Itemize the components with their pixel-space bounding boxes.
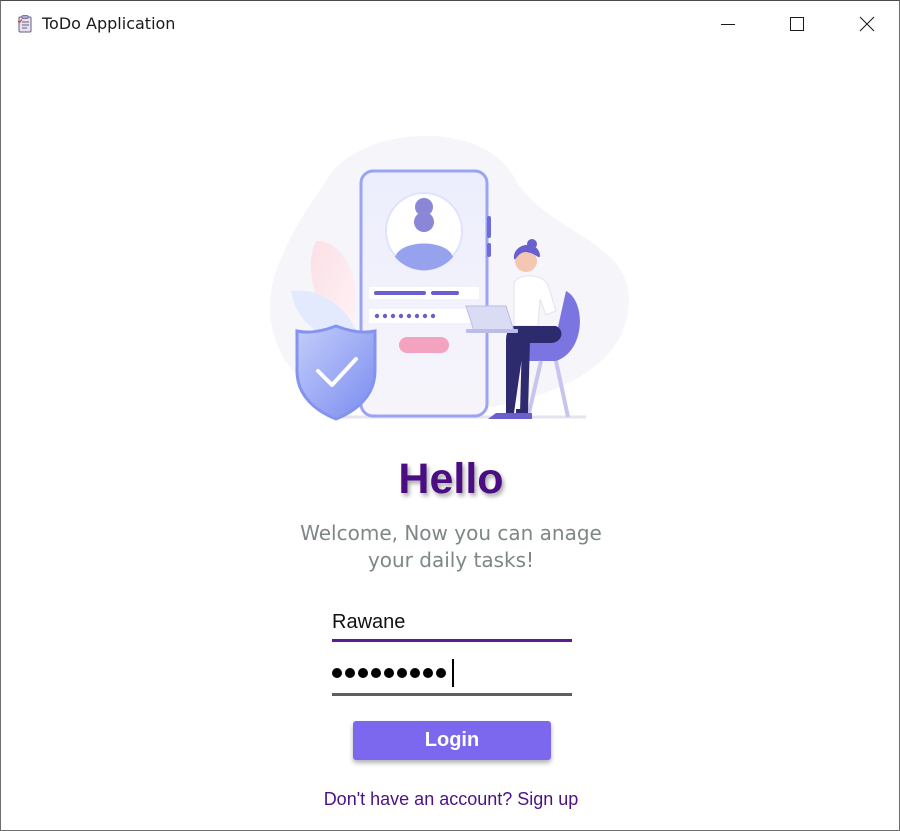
maximize-button[interactable] bbox=[774, 1, 820, 47]
login-button[interactable]: Login bbox=[353, 721, 551, 760]
maximize-icon bbox=[790, 17, 804, 31]
password-dot bbox=[423, 668, 433, 678]
password-dot bbox=[345, 668, 355, 678]
app-window: ToDo Application Hello Welcome, Now you … bbox=[0, 0, 900, 831]
minimize-icon bbox=[721, 24, 735, 25]
signup-link[interactable]: Don't have an account? Sign up bbox=[1, 789, 900, 810]
login-illustration bbox=[270, 135, 629, 421]
username-input[interactable]: Rawane bbox=[332, 606, 572, 642]
password-masked-value bbox=[332, 659, 454, 687]
minimize-button[interactable] bbox=[705, 1, 751, 47]
app-notepad-icon bbox=[15, 14, 35, 34]
welcome-subtitle: Welcome, Now you can anage your daily ta… bbox=[251, 520, 651, 574]
username-value: Rawane bbox=[332, 611, 406, 633]
password-dot bbox=[410, 668, 420, 678]
close-button[interactable] bbox=[844, 1, 890, 47]
hello-heading: Hello bbox=[398, 455, 504, 503]
title-bar[interactable]: ToDo Application bbox=[1, 1, 899, 47]
window-title: ToDo Application bbox=[42, 14, 176, 33]
password-dot bbox=[397, 668, 407, 678]
password-dot bbox=[358, 668, 368, 678]
text-caret bbox=[452, 659, 454, 687]
welcome-subtitle-line1: Welcome, Now you can anage bbox=[300, 521, 602, 545]
password-dot bbox=[436, 668, 446, 678]
close-icon bbox=[859, 16, 875, 32]
password-dot bbox=[384, 668, 394, 678]
welcome-subtitle-line2: your daily tasks! bbox=[367, 548, 535, 572]
password-input[interactable] bbox=[332, 659, 572, 696]
password-dot bbox=[371, 668, 381, 678]
password-dot bbox=[332, 668, 342, 678]
